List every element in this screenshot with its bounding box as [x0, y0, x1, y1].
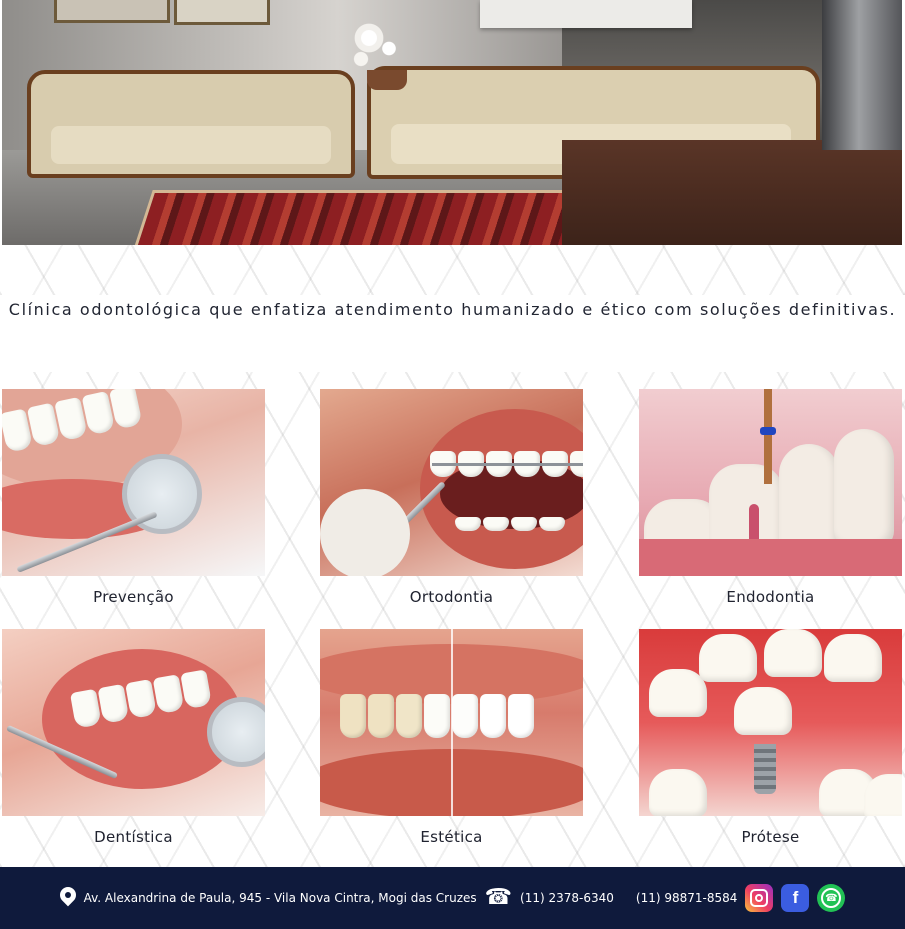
footer-phone-2[interactable]: (11) 98871-8584 — [636, 891, 738, 905]
location-pin-icon — [60, 887, 76, 909]
orthodontics-photo — [320, 389, 583, 576]
tooth-pattern-band — [0, 245, 905, 295]
service-card-ortodontia[interactable]: Ortodontia — [320, 389, 583, 606]
service-card-endodontia[interactable]: Endodontia — [639, 389, 902, 606]
service-card-dentistica[interactable]: Dentística — [2, 629, 265, 846]
service-label: Dentística — [94, 828, 173, 846]
service-label: Prevenção — [93, 588, 174, 606]
facebook-icon[interactable]: f — [781, 884, 810, 912]
prevention-photo — [2, 389, 265, 576]
whatsapp-icon[interactable]: ☎ — [817, 884, 846, 912]
footer-phone-1[interactable]: (11) 2378-6340 — [520, 891, 614, 905]
phone-icon: ☎ — [484, 885, 513, 910]
service-card-prevencao[interactable]: Prevenção — [2, 389, 265, 606]
hero-photo-reception — [2, 0, 902, 245]
dentistry-photo — [2, 629, 265, 816]
service-card-protese[interactable]: Prótese — [639, 629, 902, 846]
service-label: Estética — [420, 828, 483, 846]
footer-address[interactable]: Av. Alexandrina de Paula, 945 - Vila Nov… — [84, 891, 477, 905]
clinic-tagline: Clínica odontológica que enfatiza atendi… — [8, 300, 897, 319]
aesthetics-photo — [320, 629, 583, 816]
service-label: Ortodontia — [409, 588, 494, 606]
endodontics-photo — [639, 389, 902, 576]
prosthesis-photo — [639, 629, 902, 816]
service-label: Endodontia — [726, 588, 815, 606]
instagram-icon[interactable] — [745, 884, 774, 912]
service-card-estetica[interactable]: Estética — [320, 629, 583, 846]
service-label: Prótese — [741, 828, 800, 846]
footer-bar: Av. Alexandrina de Paula, 945 - Vila Nov… — [0, 867, 905, 929]
